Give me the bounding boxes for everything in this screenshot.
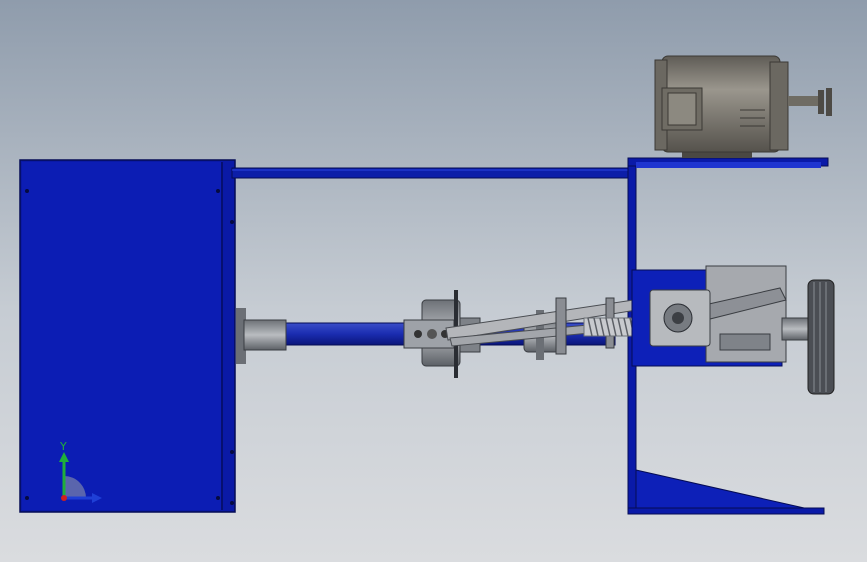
coordinate-triad-icon: Y: [59, 440, 102, 503]
shaft-coupling-sleeve[interactable]: [236, 308, 287, 364]
gearbox-housing[interactable]: [631, 265, 787, 367]
top-rail-beam[interactable]: [231, 167, 633, 179]
electric-motor[interactable]: [654, 55, 832, 158]
cad-viewport[interactable]: Y: [0, 0, 867, 562]
drive-pulley[interactable]: [781, 279, 835, 395]
assembly-model-view[interactable]: [0, 0, 867, 562]
y-axis-label: Y: [59, 440, 67, 453]
